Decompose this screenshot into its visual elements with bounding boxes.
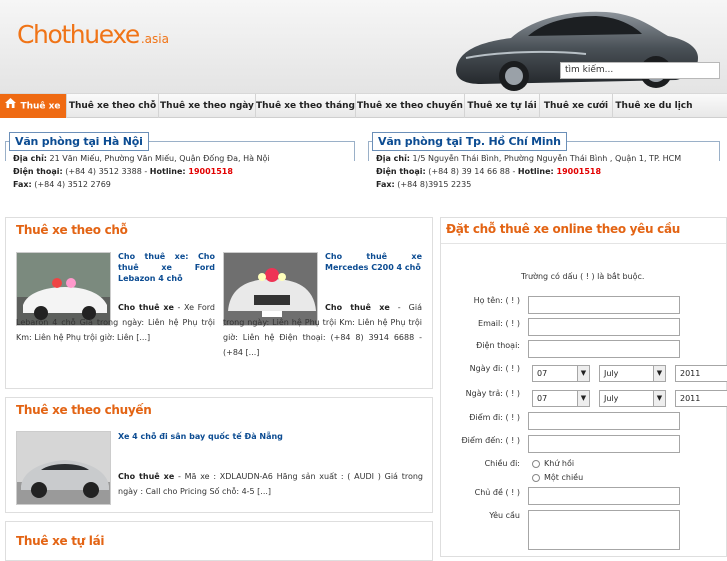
divider (441, 243, 726, 244)
site-header: Chothuexe .asia tìm kiếm... (0, 0, 727, 94)
request-textarea[interactable] (528, 510, 680, 550)
section-by-seat: Thuê xe theo chỗ Cho thuê xe: Cho thuê x… (5, 217, 433, 389)
nav-item-travel[interactable]: Thuê xe du lịch (613, 94, 695, 118)
office-fax: Fax: (+84 8)3915 2235 (376, 180, 472, 189)
site-logo[interactable]: Chothuexe .asia (17, 18, 169, 56)
name-label: Họ tên: ( ! ) (473, 296, 520, 305)
chevron-down-icon: ▼ (653, 391, 665, 406)
section-title[interactable]: Thuê xe tự lái (16, 534, 105, 548)
car-link[interactable]: Cho thuê xe Mercedes C200 4 chỗ (325, 251, 422, 273)
header-car-image (456, 11, 698, 91)
main-nav: Thuê xe Thuê xe theo chỗ Thuê xe theo ng… (0, 94, 727, 118)
email-label: Email: ( ! ) (478, 319, 520, 328)
start-day-select[interactable]: 07 ▼ (532, 365, 590, 382)
start-month-select[interactable]: July ▼ (599, 365, 666, 382)
name-field[interactable] (528, 296, 680, 314)
to-field[interactable] (528, 435, 680, 453)
office-address: Địa chỉ: 1/5 Nguyễn Thái Bình, Phường Ng… (376, 154, 682, 163)
car-link[interactable]: Cho thuê xe: Cho thuê xe Ford Lebazon 4 … (118, 251, 215, 284)
car-link[interactable]: Xe 4 chỗ đi sân bay quốc tế Đà Nẵng (118, 431, 418, 442)
section-self-drive: Thuê xe tự lái (5, 521, 433, 561)
car-description: Cho thuê xe - Xe Ford Lebaron 4 chỗ Giá … (16, 303, 216, 342)
radio-button[interactable] (532, 459, 540, 468)
direction-option-oneway[interactable]: Một chiều (532, 473, 583, 482)
office-phone: Điện thoại: (+84 8) 39 14 66 88 - Hotlin… (376, 167, 602, 176)
chevron-down-icon: ▼ (577, 366, 589, 381)
email-field[interactable] (528, 318, 680, 336)
nav-item-by-day[interactable]: Thuê xe theo ngày (159, 94, 256, 118)
nav-item-by-month[interactable]: Thuê xe theo tháng (256, 94, 356, 118)
car-thumbnail[interactable] (16, 431, 111, 505)
office-title: Văn phòng tại Tp. Hồ Chí Minh (372, 132, 567, 151)
nav-item-by-seat[interactable]: Thuê xe theo chỗ (67, 94, 159, 118)
office-fax: Fax: (+84 4) 3512 2769 (13, 180, 111, 189)
nav-item-by-trip[interactable]: Thuê xe theo chuyến (356, 94, 465, 118)
office-hcm: Văn phòng tại Tp. Hồ Chí Minh Địa chỉ: 1… (368, 132, 723, 192)
home-icon (5, 94, 17, 118)
car-description: Cho thuê xe - Giá trong ngày: Liên hệ Ph… (223, 303, 422, 357)
end-date-label: Ngày trả: ( ! ) (465, 389, 520, 398)
topic-field[interactable] (528, 487, 680, 505)
from-field[interactable] (528, 412, 680, 430)
direction-label: Chiều đi: (484, 459, 520, 468)
nav-item-self-drive[interactable]: Thuê xe tự lái (465, 94, 540, 118)
section-title[interactable]: Thuê xe theo chỗ (16, 223, 128, 237)
chevron-down-icon: ▼ (653, 366, 665, 381)
booking-panel (440, 217, 727, 557)
from-label: Điểm đi: ( ! ) (469, 413, 520, 422)
phone-label: Điện thoại: (476, 341, 520, 350)
end-day-select[interactable]: 07 ▼ (532, 390, 590, 407)
to-label: Điểm đến: ( ! ) (461, 436, 520, 445)
office-title: Văn phòng tại Hà Nội (9, 132, 149, 151)
chevron-down-icon: ▼ (577, 391, 589, 406)
topic-label: Chủ đề ( ! ) (474, 488, 520, 497)
nav-item-home[interactable]: Thuê xe (0, 94, 67, 118)
start-date-label: Ngày đi: ( ! ) (469, 364, 520, 373)
office-hanoi: Văn phòng tại Hà Nội Địa chỉ: 21 Văn Miế… (5, 132, 360, 192)
required-note: Trường có dấu ( ! ) là bắt buộc. (521, 272, 645, 281)
office-address: Địa chỉ: 21 Văn Miếu, Phường Văn Miếu, Q… (13, 154, 270, 163)
end-month-select[interactable]: July ▼ (599, 390, 666, 407)
section-title[interactable]: Thuê xe theo chuyến (16, 403, 152, 417)
nav-item-wedding[interactable]: Thuê xe cưới (540, 94, 613, 118)
radio-button[interactable] (532, 473, 540, 482)
end-year-select[interactable]: 2011 (675, 390, 727, 407)
search-input[interactable]: tìm kiếm... (560, 62, 720, 79)
request-label: Yêu cầu (489, 511, 520, 520)
direction-option-roundtrip[interactable]: Khứ hồi (532, 459, 574, 468)
office-phone: Điện thoại: (+84 4) 3512 3388 - Hotline:… (13, 167, 233, 176)
section-by-trip: Thuê xe theo chuyến Xe 4 chỗ đi sân bay … (5, 397, 433, 513)
start-year-select[interactable]: 2011 (675, 365, 727, 382)
phone-field[interactable] (528, 340, 680, 358)
booking-title: Đặt chỗ thuê xe online theo yêu cầu (446, 222, 680, 236)
car-description: Cho thuê xe - Mã xe : XDLAUDN-A6 Hãng sả… (118, 472, 423, 496)
